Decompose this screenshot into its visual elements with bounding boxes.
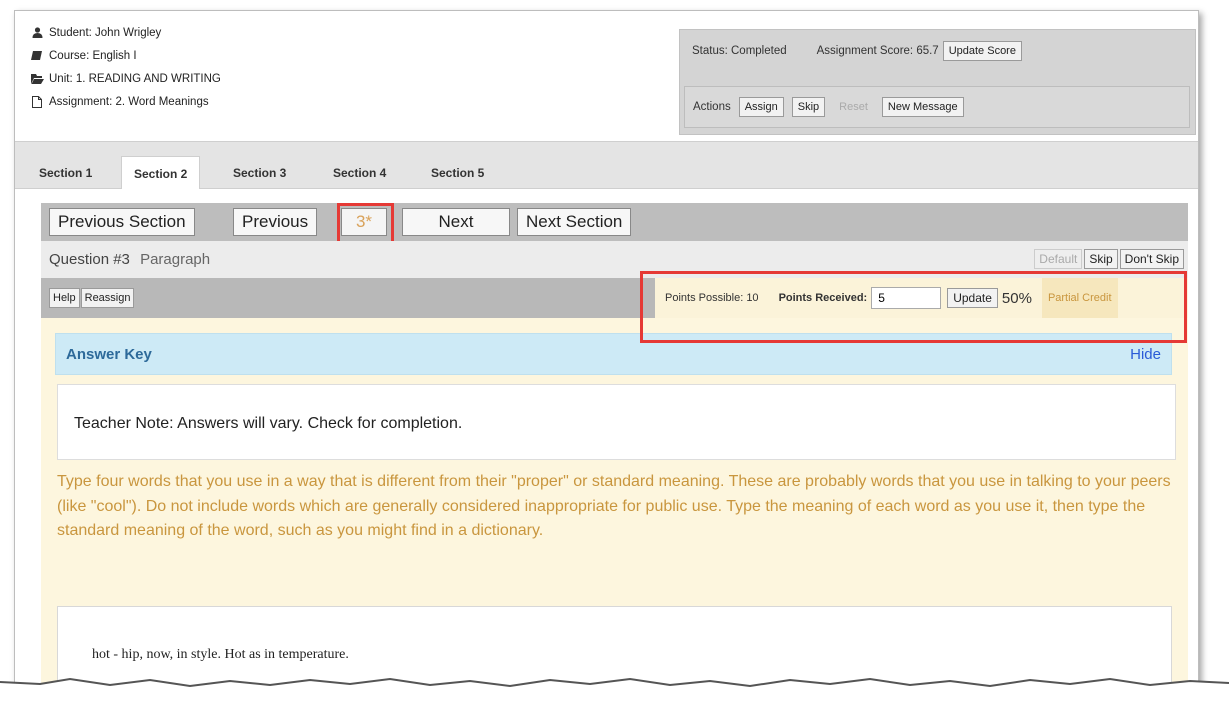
answer-key-bar: Answer Key Hide	[55, 333, 1172, 375]
dont-skip-button[interactable]: Don't Skip	[1119, 249, 1184, 269]
actions-label: Actions	[693, 101, 731, 113]
update-points-button[interactable]: Update	[947, 288, 998, 308]
status-row: Status: Completed Assignment Score: 65.7…	[692, 41, 1052, 61]
update-score-button[interactable]: Update Score	[942, 41, 1022, 61]
reassign-button[interactable]: Reassign	[80, 288, 135, 308]
teacher-note: Teacher Note: Answers will vary. Check f…	[57, 384, 1176, 460]
next-section-button[interactable]: Next Section	[517, 208, 632, 236]
header: Student: John Wrigley Course: English I …	[15, 11, 1198, 139]
unit-name: Unit: 1. READING AND WRITING	[49, 72, 221, 85]
points-received-label: Points Received:	[778, 292, 868, 304]
question-header: Question #3 Paragraph Default Skip Don't…	[41, 241, 1188, 278]
question-body: Answer Key Hide Teacher Note: Answers wi…	[41, 318, 1188, 699]
assignment-score: Assignment Score: 65.7	[816, 45, 939, 57]
question-type: Paragraph	[140, 251, 211, 268]
student-row: Student: John Wrigley	[29, 21, 221, 44]
grading-bar: Help Reassign Points Possible: 10 Points…	[41, 278, 1188, 318]
skip-controls: Default Skip Don't Skip	[1032, 249, 1184, 269]
student-info: Student: John Wrigley Course: English I …	[29, 21, 221, 113]
assign-button[interactable]: Assign	[738, 97, 784, 117]
previous-button[interactable]: Previous	[233, 208, 318, 236]
question-content: Previous Section Previous 3* Next Next S…	[15, 189, 1198, 699]
tab-section-1[interactable]: Section 1	[27, 156, 104, 190]
actions-box: Actions Assign Skip Reset New Message	[684, 86, 1190, 128]
next-button[interactable]: Next	[402, 208, 510, 236]
help-button[interactable]: Help	[49, 288, 80, 308]
score-percent: 50%	[1001, 289, 1032, 307]
question-nav: Previous Section Previous 3* Next Next S…	[41, 203, 1188, 241]
skip-assignment-button[interactable]: Skip	[791, 97, 826, 117]
points-panel: Points Possible: 10 Points Received: Upd…	[655, 278, 1188, 318]
tab-section-3[interactable]: Section 3	[221, 156, 298, 190]
document-icon	[29, 95, 45, 108]
grading-actions: Help Reassign	[49, 288, 135, 308]
student-name: Student: John Wrigley	[49, 26, 162, 39]
section-tabs: Section 1 Section 2 Section 3 Section 4 …	[15, 141, 1198, 191]
new-message-button[interactable]: New Message	[881, 97, 964, 117]
tab-section-4[interactable]: Section 4	[321, 156, 398, 190]
previous-section-button[interactable]: Previous Section	[49, 208, 195, 236]
folder-open-icon	[29, 73, 45, 84]
question-prompt: Type four words that you use in a way th…	[57, 473, 1171, 539]
question-title: Question #3 Paragraph	[49, 251, 210, 268]
points-received-input[interactable]	[871, 287, 942, 309]
user-icon	[29, 27, 45, 38]
status-panel: Status: Completed Assignment Score: 65.7…	[679, 29, 1196, 135]
assignment-row: Assignment: 2. Word Meanings	[29, 90, 221, 113]
course-name: Course: English I	[49, 49, 137, 62]
credit-status-badge: Partial Credit	[1041, 278, 1118, 318]
course-row: Course: English I	[29, 44, 221, 67]
status-text: Status: Completed	[692, 45, 787, 57]
default-button[interactable]: Default	[1034, 249, 1083, 269]
unit-row: Unit: 1. READING AND WRITING	[29, 67, 221, 90]
torn-edge-decoration	[0, 677, 1229, 709]
current-question-indicator[interactable]: 3*	[341, 208, 387, 236]
tab-section-2[interactable]: Section 2	[121, 156, 201, 191]
tab-section-5[interactable]: Section 5	[419, 156, 496, 190]
points-possible: Points Possible: 10	[665, 292, 759, 304]
reset-button[interactable]: Reset	[833, 97, 874, 117]
skip-question-button[interactable]: Skip	[1084, 249, 1118, 269]
assignment-name: Assignment: 2. Word Meanings	[49, 95, 209, 108]
book-icon	[29, 50, 45, 61]
app-window: Student: John Wrigley Course: English I …	[14, 10, 1199, 700]
answer-key-title: Answer Key	[66, 345, 152, 363]
question-number: Question #3	[49, 251, 130, 268]
hide-answer-key-link[interactable]: Hide	[1130, 346, 1161, 363]
